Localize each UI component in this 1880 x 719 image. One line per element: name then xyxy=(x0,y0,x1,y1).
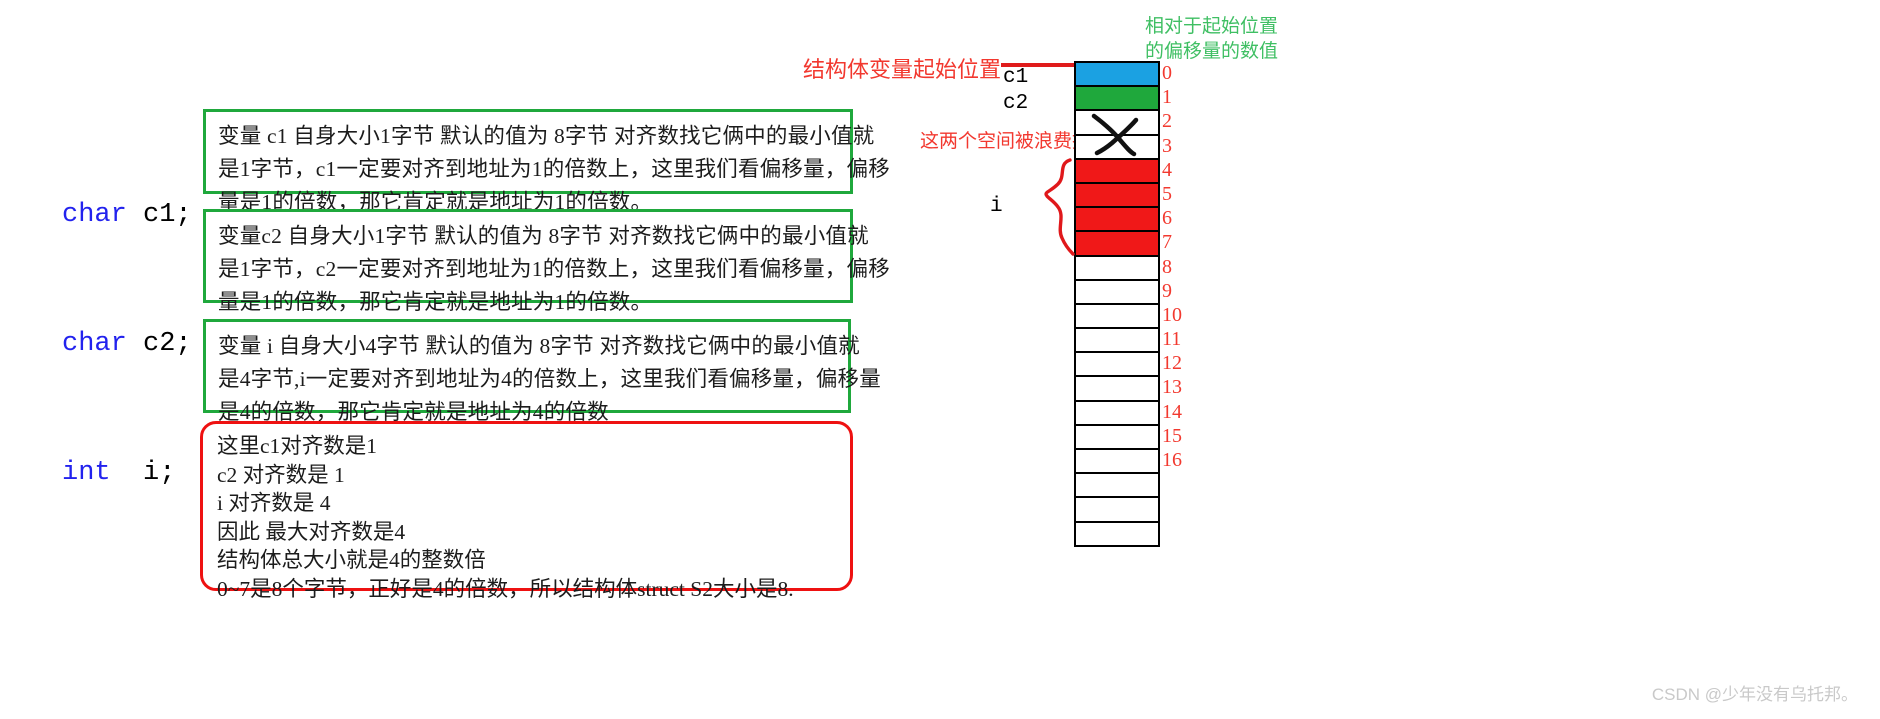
offset-number: 8 xyxy=(1162,255,1172,278)
memory-cell xyxy=(1076,256,1158,281)
conclusion-box: 这里c1对齐数是1 c2 对齐数是 1 i 对齐数是 4 因此 最大对齐数是4 … xyxy=(200,421,853,601)
explanation-line: 量是1的倍数，那它肯定就是地址为1的倍数。 xyxy=(218,290,653,314)
offset-legend-annotation: 相对于起始位置 的偏移量的数值 xyxy=(1145,16,1279,62)
offset-number: 0 xyxy=(1162,62,1172,84)
offset-number: 2 xyxy=(1162,110,1172,133)
memory-cell xyxy=(1076,280,1158,305)
memory-cell xyxy=(1076,87,1158,112)
explanation-box-c1: 变量 c1 自身大小1字节 默认的值为 8字节 对齐数找它俩中的最小值就 是1字… xyxy=(203,109,890,214)
conclusion-line: 结构体总大小就是4的整数倍 xyxy=(217,548,486,572)
offset-number: 1 xyxy=(1162,86,1172,109)
code-identifier: c1; xyxy=(126,200,192,230)
offset-number: 7 xyxy=(1162,231,1172,254)
offset-number-column: 0 1 2 3 4 5 6 7 8 9 10 11 12 13 14 15 16 xyxy=(1162,61,1202,472)
memory-cell xyxy=(1076,522,1158,547)
memory-cell xyxy=(1076,232,1158,257)
memory-cell xyxy=(1076,208,1158,233)
explanation-box-i: 变量 i 自身大小4字节 默认的值为 8字节 对齐数找它俩中的最小值就 是4字节… xyxy=(203,319,881,424)
offset-number: 4 xyxy=(1162,158,1172,181)
conclusion-line: 因此 最大对齐数是4 xyxy=(217,519,406,544)
memory-cell xyxy=(1076,498,1158,523)
offset-number: 11 xyxy=(1162,328,1182,351)
memory-cell xyxy=(1076,450,1158,475)
offset-number: 13 xyxy=(1162,376,1182,399)
memory-cell xyxy=(1076,474,1158,499)
explanation-line: 是1字节，c2一定要对齐到地址为1的倍数上，这里我们看偏移量，偏移 xyxy=(218,257,890,281)
memory-cell xyxy=(1076,353,1158,378)
explanation-line: 是4字节,i一定要对齐到地址为4的倍数上，这里我们看偏移量，偏移量 xyxy=(218,367,881,391)
offset-number: 12 xyxy=(1162,352,1182,375)
code-identifier: c2; xyxy=(126,329,192,359)
code-keyword: char xyxy=(62,200,127,230)
explanation-line: 变量c2 自身大小1字节 默认的值为 8字节 对齐数找它俩中的最小值就 xyxy=(218,224,869,248)
csdn-watermark: CSDN @少年没有乌托邦。 xyxy=(1651,685,1858,704)
explanation-line: 变量 c1 自身大小1字节 默认的值为 8字节 对齐数找它俩中的最小值就 xyxy=(218,124,875,148)
offset-number: 5 xyxy=(1162,182,1172,205)
conclusion-line: 这里c1对齐数是1 xyxy=(217,434,378,458)
memory-layout-grid xyxy=(1074,61,1160,547)
memory-cell xyxy=(1076,183,1158,209)
memory-cell xyxy=(1076,304,1158,330)
conclusion-line: i 对齐数是 4 xyxy=(217,491,331,515)
memory-label-i: i xyxy=(990,195,1003,218)
code-line: char c2; xyxy=(62,323,192,366)
memory-cell xyxy=(1076,425,1158,450)
memory-label-c2: c2 xyxy=(1003,92,1029,115)
code-keyword: int xyxy=(62,458,111,488)
offset-number: 6 xyxy=(1162,207,1172,230)
code-line: int i; xyxy=(62,452,192,495)
offset-number: 16 xyxy=(1162,449,1182,471)
memory-cell xyxy=(1076,377,1158,402)
memory-cell xyxy=(1076,159,1158,184)
start-position-annotation: 结构体变量起始位置 xyxy=(803,57,1002,82)
conclusion-line: 0~7是8个字节，正好是4的倍数，所以结构体struct S2大小是8. xyxy=(217,576,794,601)
i-bytes-brace-icon xyxy=(1044,158,1075,256)
memory-cell xyxy=(1076,401,1158,426)
code-keyword: char xyxy=(62,329,127,359)
offset-number: 15 xyxy=(1162,424,1182,447)
offset-number: 14 xyxy=(1162,400,1182,423)
offset-number: 9 xyxy=(1162,279,1172,302)
explanation-line: 是1字节，c1一定要对齐到地址为1的倍数上，这里我们看偏移量，偏移 xyxy=(218,157,890,181)
conclusion-line: c2 对齐数是 1 xyxy=(217,462,345,487)
memory-label-c1: c1 xyxy=(1003,66,1029,89)
explanation-box-c2: 变量c2 自身大小1字节 默认的值为 8字节 对齐数找它俩中的最小值就 是1字节… xyxy=(203,209,890,314)
memory-cell xyxy=(1076,135,1158,160)
offset-number: 3 xyxy=(1162,134,1172,157)
code-identifier: i; xyxy=(110,458,176,488)
memory-cell xyxy=(1076,63,1158,88)
memory-cell xyxy=(1076,329,1158,354)
offset-number: 10 xyxy=(1162,303,1182,326)
code-line: char c1; xyxy=(62,194,192,237)
source-code-snippet: char c1; char c2; int i; xyxy=(62,108,192,538)
memory-cell xyxy=(1076,111,1158,136)
explanation-line: 变量 i 自身大小4字节 默认的值为 8字节 对齐数找它俩中的最小值就 xyxy=(218,334,860,358)
